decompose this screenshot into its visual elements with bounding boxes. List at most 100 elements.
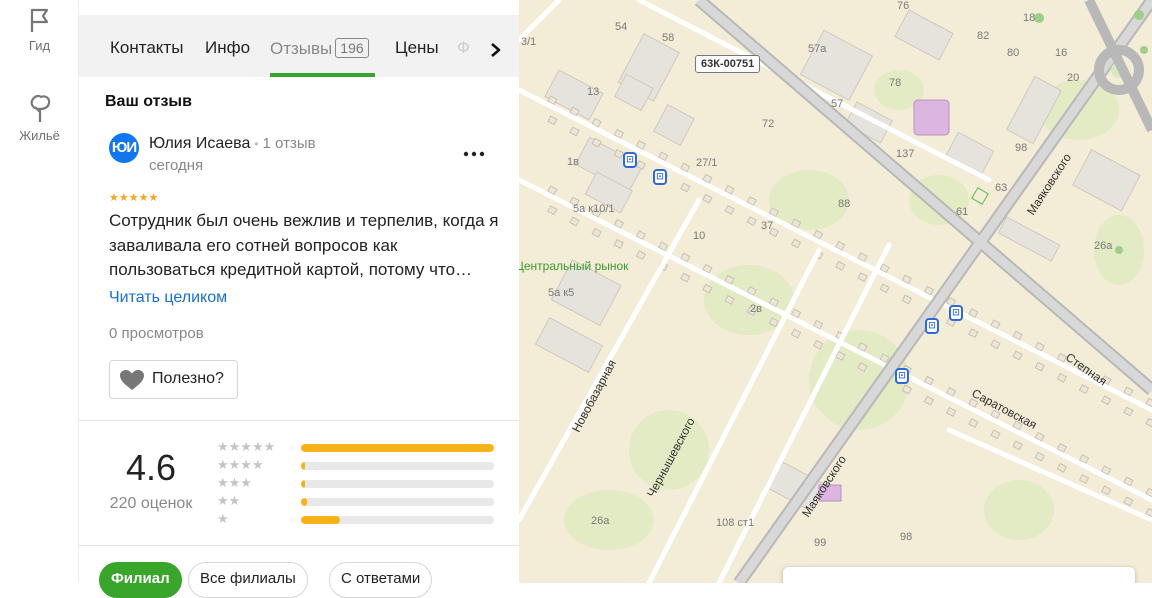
house-number: 16 (1055, 47, 1068, 59)
map-house (1034, 451, 1045, 462)
avatar[interactable]: ЮИ (109, 133, 139, 163)
histogram-stars: ★★ (217, 493, 241, 508)
house-number: 78 (889, 77, 902, 89)
map-bottom-card[interactable] (783, 567, 1135, 583)
house-number: 1в (567, 156, 579, 168)
house-number: 80 (1007, 47, 1020, 59)
map-house (1056, 372, 1068, 383)
histogram-bar-fill (301, 480, 305, 488)
histogram-bar-fill (301, 498, 307, 506)
map-house (1123, 496, 1134, 507)
panel-top-strip (79, 0, 519, 15)
house-number: 57 (831, 98, 844, 110)
house-number: 27/1 (696, 157, 718, 169)
rail-guide[interactable]: Гид (0, 6, 79, 53)
review-author-count: 1 отзыв (262, 135, 316, 152)
map-house (879, 283, 890, 294)
read-more-link[interactable]: Читать целиком (109, 289, 227, 307)
filter-all-branches[interactable]: Все филиалы (188, 562, 308, 598)
map-house (790, 238, 802, 249)
tab-bar: Контакты Инфо Отзывы 196 Цены Ф (79, 15, 519, 77)
histogram-bar (301, 462, 494, 470)
histogram-bar (301, 498, 494, 506)
review-views: 0 просмотров (109, 325, 204, 342)
histogram-bar (301, 516, 494, 524)
house-number: 63 (995, 182, 1008, 194)
filter-with-replies[interactable]: С ответами (329, 562, 433, 598)
histogram-stars: ★★★★★ (217, 439, 276, 454)
histogram-bar (301, 480, 494, 488)
tab-reviews-label: Отзывы (270, 39, 333, 58)
tab-reviews-count: 196 (335, 38, 369, 58)
house-number: 26а (1094, 240, 1113, 252)
house-number: 82 (977, 30, 990, 42)
tab-faded[interactable]: Ф (457, 38, 470, 58)
filter-branch[interactable]: Филиал (99, 562, 182, 598)
map-house (1101, 395, 1112, 406)
map-house (1034, 361, 1045, 372)
house-number: 98 (1015, 142, 1028, 154)
tab-reviews[interactable]: Отзывы 196 (270, 38, 369, 59)
road-number-badge: 63К-00751 (695, 55, 761, 73)
bus-stop-icon[interactable]: ⊡ (925, 318, 939, 334)
rating-count: 220 оценок (109, 495, 193, 512)
divider (79, 545, 519, 546)
tab-prices[interactable]: Цены (395, 38, 439, 58)
review-date: сегодня (149, 157, 204, 174)
tab-contacts[interactable]: Контакты (110, 38, 183, 58)
histogram-stars: ★ (217, 511, 229, 526)
map-house (1012, 440, 1023, 451)
map-house (790, 328, 802, 339)
bus-stop-icon[interactable]: ⊡ (623, 152, 637, 168)
map-house (613, 238, 624, 249)
histogram-bar-fill (301, 462, 305, 470)
map-house (569, 216, 580, 227)
house-number: 61 (956, 206, 969, 218)
map[interactable]: 63К-00751 Центральный рынок Маяковского … (519, 0, 1152, 583)
map-house (923, 395, 935, 406)
useful-button[interactable]: Полезно? (109, 360, 238, 399)
rail-guide-label: Гид (28, 38, 51, 53)
tabs-next-button[interactable] (481, 30, 511, 70)
tree-icon (30, 94, 50, 122)
histogram-stars: ★★★ (217, 475, 252, 490)
house-number: 13 (587, 86, 600, 98)
map-house (990, 339, 1001, 350)
heart-icon (120, 370, 144, 390)
more-options-button[interactable] (463, 137, 485, 163)
review-author[interactable]: Юлия Исаева (149, 135, 250, 152)
flag-icon (30, 8, 48, 32)
house-number: 26а (591, 515, 610, 527)
map-house (835, 260, 846, 271)
map-house (1101, 485, 1112, 496)
house-number: 88 (838, 198, 851, 210)
left-rail: Гид Жильё (0, 0, 79, 583)
histogram-bar-fill (301, 516, 340, 524)
chevron-right-icon (491, 43, 501, 57)
map-house (945, 406, 957, 417)
bus-stop-icon[interactable]: ⊡ (895, 368, 909, 384)
map-house (702, 193, 713, 204)
bus-stop-icon[interactable]: ⊡ (653, 169, 667, 185)
house-number: 98 (900, 531, 913, 543)
map-house (857, 272, 868, 283)
map-house (547, 115, 558, 126)
tab-info[interactable]: Инфо (205, 38, 250, 58)
house-number: 99 (814, 537, 827, 549)
house-number: 10 (693, 230, 706, 242)
map-house (901, 294, 912, 305)
rail-housing[interactable]: Жильё (0, 94, 79, 143)
map-house (1145, 417, 1152, 428)
bus-stop-icon[interactable]: ⊡ (949, 305, 963, 321)
useful-label: Полезно? (152, 370, 224, 387)
map-house (990, 429, 1001, 440)
map-canvas (519, 0, 1152, 583)
market-label[interactable]: Центральный рынок (519, 259, 628, 273)
map-house (1056, 462, 1068, 473)
your-review-title: Ваш отзыв (105, 93, 192, 110)
review-text: Сотрудник был очень вежлив и терпелив, к… (109, 211, 499, 279)
map-house (968, 328, 979, 339)
map-house (1012, 350, 1023, 361)
map-house (569, 126, 580, 137)
house-number: 58 (662, 32, 675, 44)
